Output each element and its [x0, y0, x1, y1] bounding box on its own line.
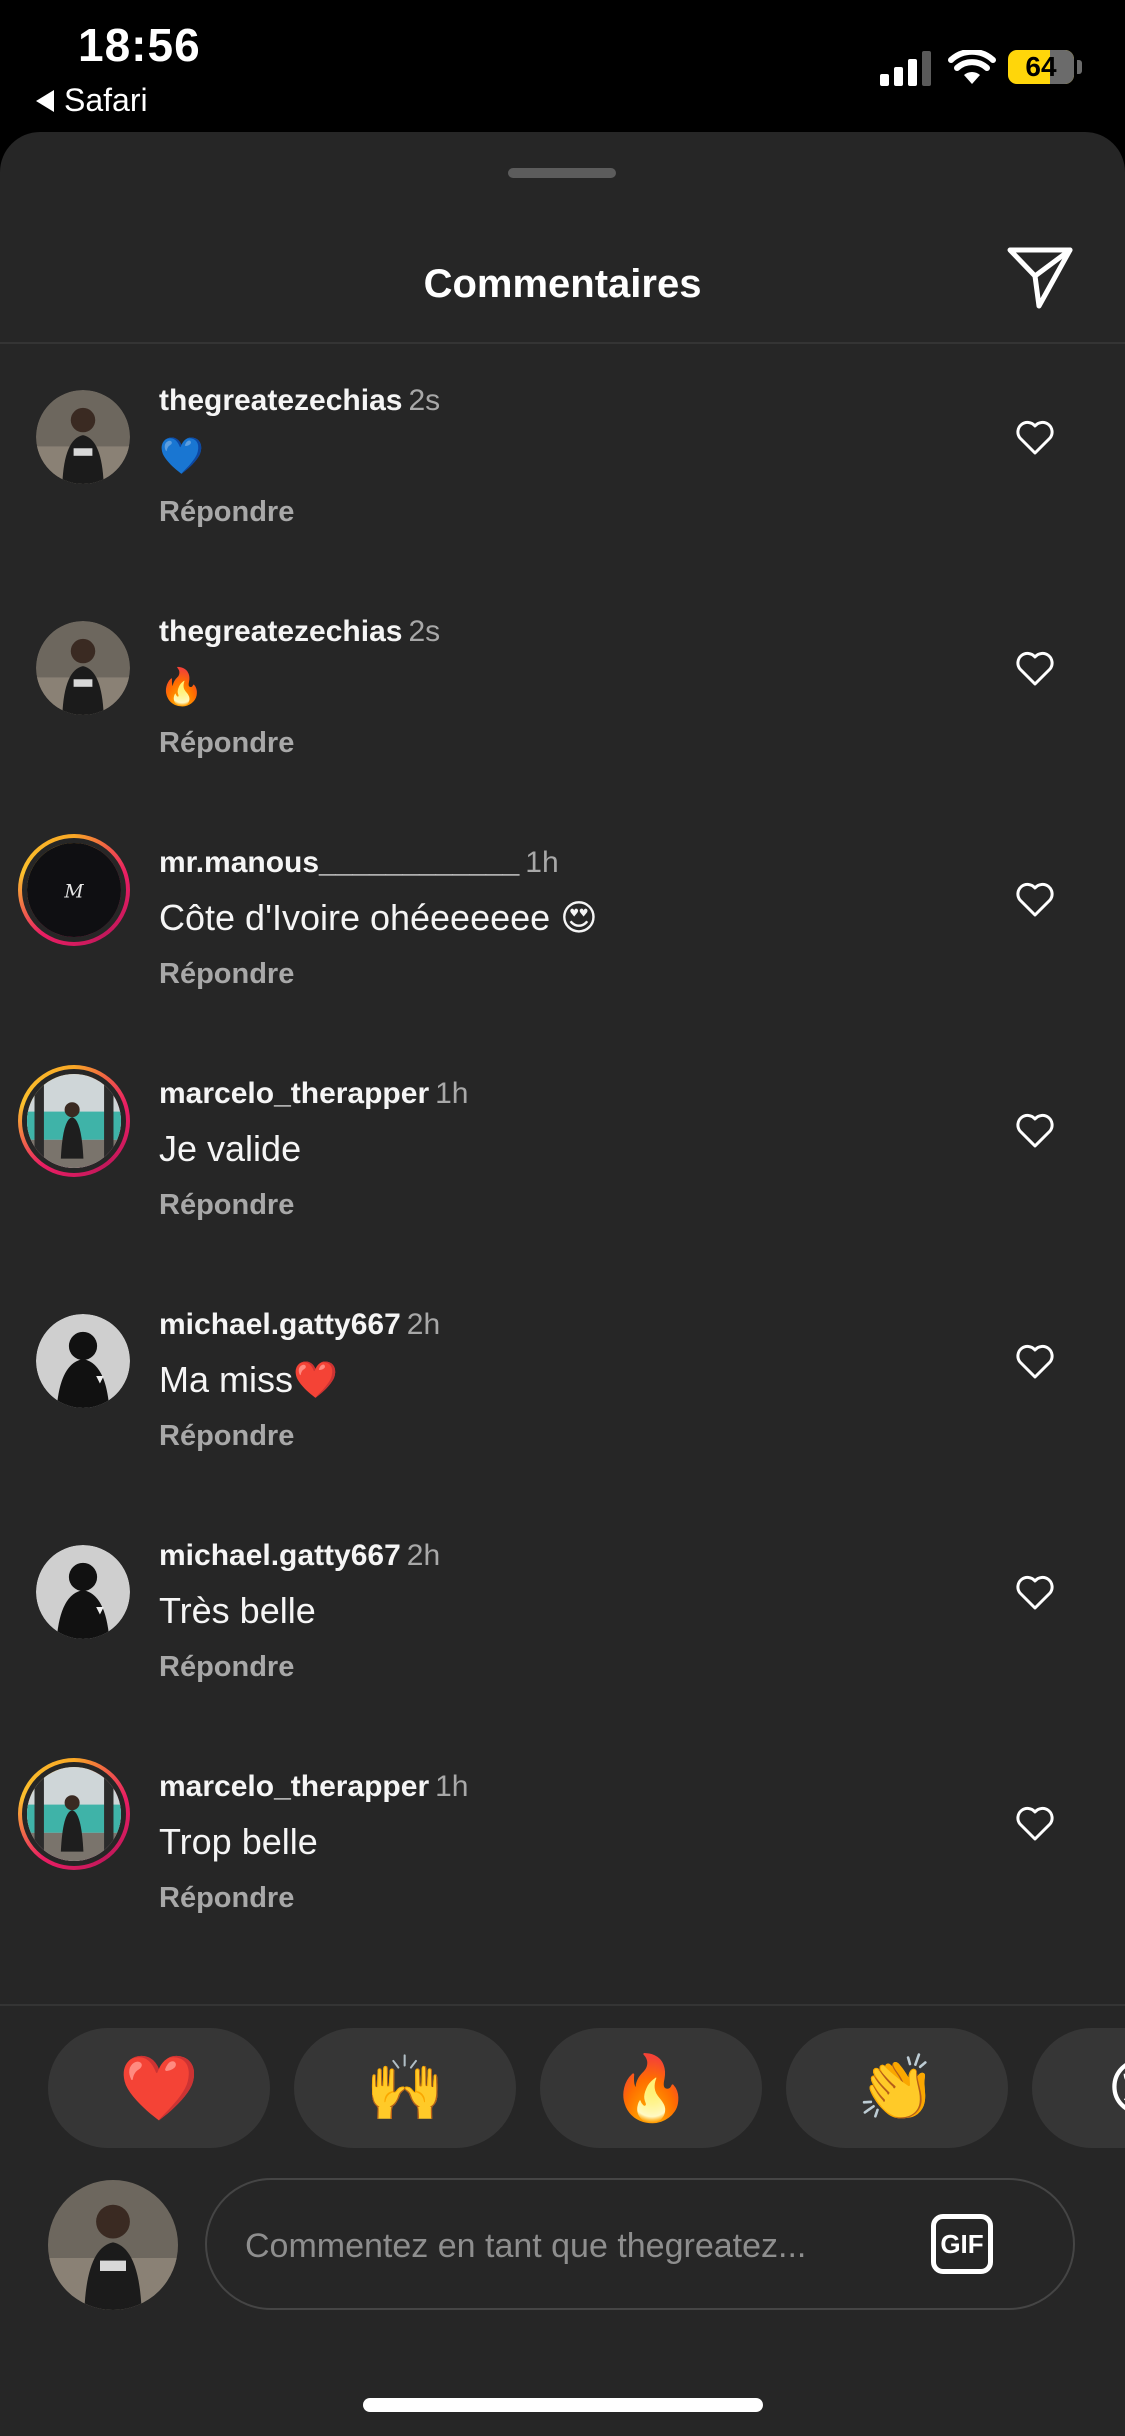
reply-button[interactable]: Répondre [159, 1189, 294, 1222]
battery-level: 64 [1025, 51, 1057, 82]
avatar-with-story-ring[interactable] [18, 1758, 130, 1870]
battery-icon: 64 [1008, 50, 1074, 84]
comment-username[interactable]: mr.manous____________ [159, 846, 519, 879]
reply-button[interactable]: Répondre [159, 1882, 294, 1915]
comment-text: Ma miss❤️ [159, 1359, 338, 1400]
comment-item: marcelo_therapper 1h Je valide Répondre [0, 1065, 1125, 1306]
comment-item: michael.gatty667 2h Très belle Répondre [0, 1537, 1125, 1768]
reply-button[interactable]: Répondre [159, 958, 294, 991]
sheet-header: Commentaires [0, 242, 1125, 342]
comment-time: 2s [408, 615, 441, 648]
comment-text: Côte d'Ivoire ohéeeeeee 😍 [159, 897, 598, 938]
comment-meta: michael.gatty667 2h [159, 1537, 440, 1575]
comment-text: Très belle [159, 1590, 316, 1631]
drag-handle[interactable] [508, 168, 616, 178]
svg-text:M: M [63, 882, 84, 903]
comment-username[interactable]: marcelo_therapper [159, 1077, 429, 1110]
header-divider [0, 342, 1125, 344]
avatar[interactable] [36, 621, 130, 715]
home-indicator[interactable] [363, 2398, 763, 2412]
comment-time: 1h [435, 1077, 469, 1110]
comment-username[interactable]: michael.gatty667 [159, 1539, 401, 1572]
comment-time: 2h [406, 1308, 441, 1341]
comment-text: Trop belle [159, 1821, 318, 1862]
back-arrow-icon [36, 89, 54, 112]
comment-composer: GIF [205, 2178, 1075, 2310]
comment-meta: marcelo_therapper 1h [159, 1075, 469, 1113]
back-to-safari-button[interactable]: Safari [36, 82, 148, 119]
comment-item: marcelo_therapper 1h Trop belle Répondre [0, 1758, 1125, 1999]
comment-time: 1h [525, 846, 559, 879]
comment-username[interactable]: michael.gatty667 [159, 1308, 401, 1341]
quick-reaction-raised-hands[interactable]: 🙌 [294, 2028, 516, 2148]
reply-button[interactable]: Répondre [159, 1651, 294, 1684]
comment-time: 1h [435, 1770, 469, 1803]
heart-outline-icon[interactable] [1015, 1575, 1055, 1611]
comment-input[interactable] [243, 2210, 887, 2282]
wifi-icon [948, 50, 996, 84]
heart-outline-icon[interactable] [1015, 651, 1055, 687]
comment-meta: thegreatezechias 2s [159, 382, 440, 420]
heart-outline-icon[interactable] [1015, 420, 1055, 456]
avatar[interactable] [36, 390, 130, 484]
comment-meta: michael.gatty667 2h [159, 1306, 440, 1344]
comment-item: M mr.manous____________ 1h Côte d'Ivoire … [0, 834, 1125, 1075]
reply-button[interactable]: Répondre [159, 1420, 294, 1453]
avatar[interactable] [36, 1545, 130, 1639]
status-bar: 18:56 Safari 64 [0, 0, 1125, 132]
comment-meta: marcelo_therapper 1h [159, 1768, 469, 1806]
comment-time: 2h [406, 1539, 441, 1572]
comment-username[interactable]: marcelo_therapper [159, 1770, 429, 1803]
quick-reaction-fire[interactable]: 🔥 [540, 2028, 762, 2148]
comment-text: Je valide [159, 1128, 302, 1169]
status-time: 18:56 [78, 19, 201, 71]
comment-item: michael.gatty667 2h Ma miss❤️ Répondre [0, 1306, 1125, 1537]
heart-outline-icon[interactable] [1015, 1806, 1055, 1842]
battery-tip [1077, 60, 1082, 74]
gif-button[interactable]: GIF [931, 2214, 993, 2274]
comment-meta: mr.manous____________ 1h [159, 844, 559, 882]
comment-text: 🔥 [159, 666, 204, 707]
avatar-with-story-ring[interactable] [18, 1065, 130, 1177]
comment-text: 💙 [159, 435, 204, 476]
send-icon[interactable] [1005, 242, 1075, 312]
avatar-with-story-ring[interactable]: M [18, 834, 130, 946]
reply-button[interactable]: Répondre [159, 496, 294, 529]
avatar[interactable] [36, 1314, 130, 1408]
sheet-title: Commentaires [423, 262, 702, 306]
comment-username[interactable]: thegreatezechias [159, 615, 402, 648]
reply-button[interactable]: Répondre [159, 727, 294, 760]
comment-item: thegreatezechias 2s 💙 Répondre [0, 382, 1125, 613]
signal-icon [880, 51, 931, 86]
quick-reaction-clap[interactable]: 👏 [786, 2028, 1008, 2148]
comment-meta: thegreatezechias 2s [159, 613, 440, 651]
heart-outline-icon[interactable] [1015, 882, 1055, 918]
comment-time: 2s [408, 384, 441, 417]
composer-divider [0, 2004, 1125, 2006]
heart-outline-icon[interactable] [1015, 1113, 1055, 1149]
back-app-label: Safari [64, 82, 148, 118]
comment-item: thegreatezechias 2s 🔥 Répondre [0, 613, 1125, 844]
comment-username[interactable]: thegreatezechias [159, 384, 402, 417]
heart-outline-icon[interactable] [1015, 1344, 1055, 1380]
current-user-avatar [48, 2180, 178, 2310]
quick-reaction-heart[interactable]: ❤️ [48, 2028, 270, 2148]
